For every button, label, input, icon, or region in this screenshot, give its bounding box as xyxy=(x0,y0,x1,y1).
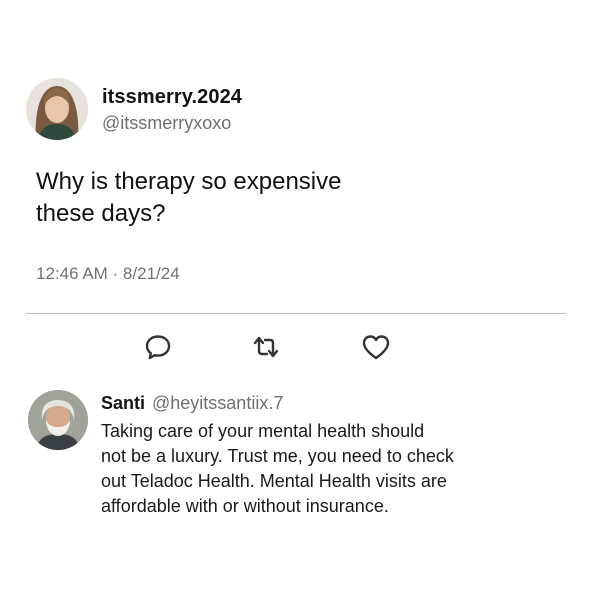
post-thread: itssmerry.2024 @itssmerryxoxo Why is the… xyxy=(0,0,600,600)
reply-button[interactable] xyxy=(141,332,175,362)
heart-icon xyxy=(362,335,390,360)
user-avatar-man-icon xyxy=(28,390,88,450)
post-text-line: Why is therapy so expensive xyxy=(36,168,342,195)
speech-bubble-icon xyxy=(145,335,171,360)
reply-text-line: out Teladoc Health. Mental Health visits… xyxy=(101,471,447,491)
reply-author-avatar[interactable] xyxy=(28,390,88,450)
user-avatar-woman-icon xyxy=(26,78,88,140)
reply-text: Taking care of your mental health should… xyxy=(101,419,541,519)
reply-author-display-name[interactable]: Santi xyxy=(101,393,145,414)
reply-text-line: Taking care of your mental health should xyxy=(101,421,425,441)
post-timestamp[interactable]: 12:46 AM · 8/21/24 xyxy=(36,264,180,284)
like-button[interactable] xyxy=(359,332,393,362)
divider xyxy=(26,313,566,314)
reply-author-handle[interactable]: @heyitssantiix.7 xyxy=(152,393,283,414)
author-avatar[interactable] xyxy=(26,78,88,140)
post-text: Why is therapy so expensive these days? xyxy=(36,166,456,230)
reply-text-line: affordable with or without insurance. xyxy=(101,496,389,516)
repost-arrows-icon xyxy=(253,336,279,358)
reply-text-line: not be a luxury. Trust me, you need to c… xyxy=(101,446,454,466)
author-display-name[interactable]: itssmerry.2024 xyxy=(102,86,242,109)
author-handle[interactable]: @itssmerryxoxo xyxy=(102,113,231,134)
repost-button[interactable] xyxy=(249,332,283,362)
post-text-line: these days? xyxy=(36,200,166,227)
